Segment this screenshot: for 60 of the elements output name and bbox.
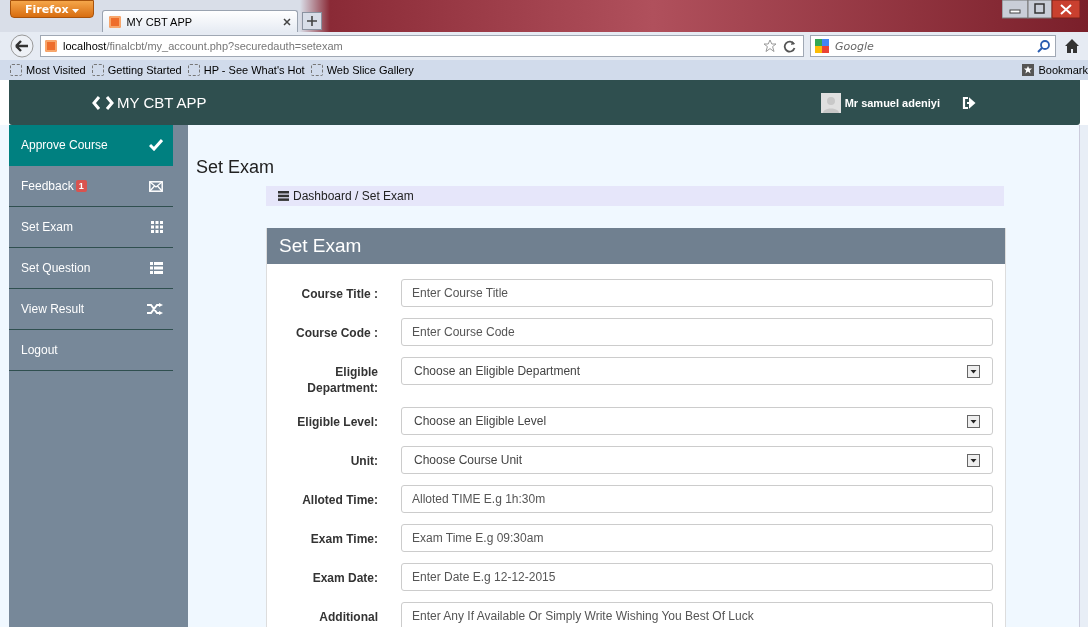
site-icon [109, 15, 122, 28]
select-dropdown[interactable]: Choose Course Unit [401, 446, 993, 474]
field-label: Additional [318, 609, 378, 625]
close-icon[interactable] [283, 17, 292, 26]
logout-icon[interactable] [962, 95, 976, 110]
field-label: Exam Time: [309, 531, 378, 547]
input-field[interactable]: Enter Course Title [401, 279, 993, 307]
caret-icon [72, 8, 80, 13]
field-label: Unit: [349, 453, 378, 469]
sidebar-item[interactable]: Set Exam [9, 207, 173, 248]
notification-badge: 1 [75, 180, 87, 192]
field-label: Eligible Department: [306, 364, 378, 396]
url-text: localhost/finalcbt/my_account.php?securedauth=setexam [63, 40, 343, 52]
select-dropdown[interactable]: Choose an Eligible Level [401, 407, 993, 435]
field-label: Alloted Time: [301, 492, 378, 508]
search-icon[interactable] [1037, 39, 1051, 53]
search-engine-icon [815, 39, 829, 53]
sidebar-item[interactable]: Approve Course [9, 125, 173, 166]
bookmark-link[interactable]: Getting Started [91, 64, 182, 76]
sidebar-item[interactable]: View Result [9, 289, 173, 330]
search-field[interactable]: Google [810, 35, 1056, 57]
list-icon [150, 262, 163, 274]
select-dropdown[interactable]: Choose an Eligible Department [401, 357, 993, 385]
field-label: Course Title : [300, 286, 378, 302]
bookmark-link[interactable]: Web Slice Gallery [310, 64, 414, 76]
avatar-icon [820, 92, 841, 113]
server-icon [278, 191, 289, 201]
reload-icon[interactable] [783, 39, 797, 53]
envelope-icon [149, 180, 163, 192]
sidebar-item[interactable]: Set Question [9, 248, 173, 289]
plus-icon[interactable] [302, 12, 323, 30]
input-field[interactable]: Enter Course Code [401, 318, 993, 346]
input-field[interactable]: Alloted TIME E.g 1h:30m [401, 485, 993, 513]
input-field[interactable]: Exam Time E.g 09:30am [401, 524, 993, 552]
site-icon [45, 40, 57, 52]
user-name[interactable]: Mr samuel adeniyi [844, 96, 940, 109]
bookmarks-menu-button[interactable]: Bookmark [1022, 64, 1088, 76]
panel-title: Set Exam [279, 235, 362, 257]
sidebar-item[interactable]: Logout [9, 330, 173, 371]
star-icon [1022, 64, 1035, 76]
bookmark-link[interactable]: Most Visited [10, 64, 86, 76]
field-label: Course Code : [295, 325, 378, 341]
app-title[interactable]: MY CBT APP [117, 94, 207, 111]
grid-icon [151, 221, 163, 233]
input-field[interactable]: Enter Any If Available Or Simply Write Wishing You Best Of Luck [401, 602, 993, 627]
star-icon[interactable] [763, 39, 777, 53]
shuffle-icon [147, 303, 163, 315]
field-label: Eligible Level: [296, 414, 378, 430]
field-label: Exam Date: [311, 570, 378, 586]
breadcrumb-text: Dashboard / Set Exam [293, 189, 414, 203]
sidebar-item[interactable]: Feedback 1 [9, 166, 173, 207]
chevrons-icon[interactable] [91, 95, 115, 110]
page-title: Set Exam [196, 157, 276, 178]
input-field[interactable]: Enter Date E.g 12-12-2015 [401, 563, 993, 591]
scrollbar[interactable] [1079, 125, 1088, 627]
window-controls-icon[interactable] [1002, 0, 1080, 20]
bookmark-link[interactable]: HP - See What's Hot [187, 64, 305, 76]
checkmark-icon [149, 139, 163, 151]
browser-tab[interactable]: MY CBT APP [102, 10, 299, 32]
address-bar[interactable]: localhost/finalcbt/my_account.php?securedauth=setexam [40, 35, 804, 57]
